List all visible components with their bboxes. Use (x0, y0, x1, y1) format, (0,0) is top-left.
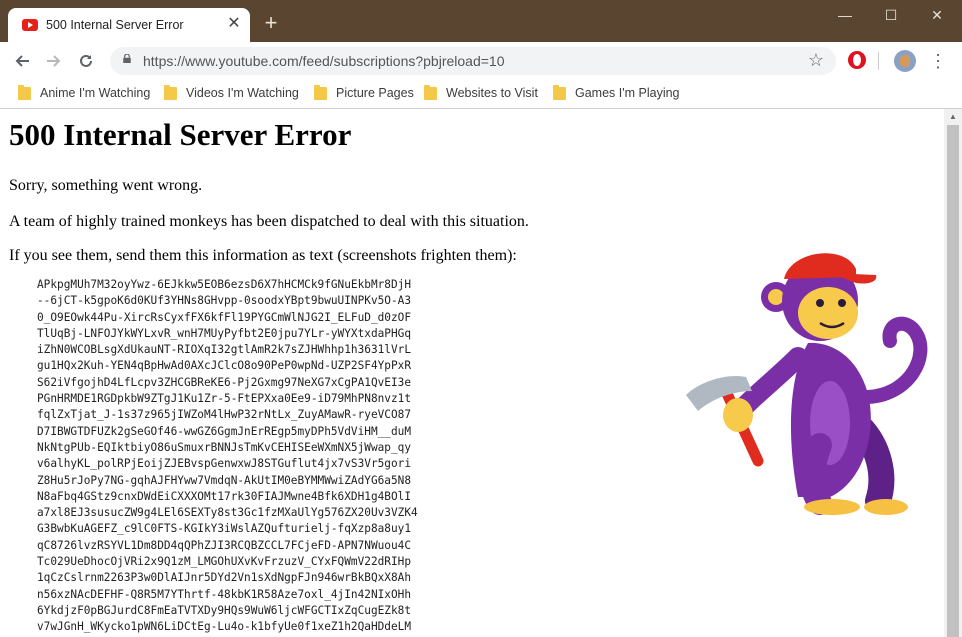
bookmark-label: Videos I'm Watching (186, 86, 299, 100)
instructions-message: If you see them, send them this informat… (9, 247, 517, 264)
close-window-button[interactable]: ✕ (914, 0, 960, 30)
avatar[interactable] (894, 50, 916, 72)
youtube-favicon-icon (22, 19, 38, 31)
browser-tab[interactable]: 500 Internal Server Error ✕ (8, 8, 250, 42)
reload-icon[interactable] (72, 47, 100, 75)
url-text[interactable]: https://www.youtube.com/feed/subscriptio… (143, 53, 505, 69)
monkey-illustration (686, 253, 928, 515)
monkeys-message: A team of highly trained monkeys has bee… (9, 213, 529, 230)
vertical-scrollbar[interactable]: ▲ (944, 109, 962, 637)
browser-toolbar: https://www.youtube.com/feed/subscriptio… (0, 42, 962, 80)
bookmark-label: Picture Pages (336, 86, 414, 100)
new-tab-button[interactable]: + (258, 10, 284, 36)
page-title: 500 Internal Server Error (9, 117, 352, 152)
folder-icon (314, 85, 327, 100)
back-arrow-icon[interactable] (8, 47, 36, 75)
toolbar-divider (878, 52, 879, 70)
opera-icon[interactable] (848, 51, 866, 69)
folder-icon (164, 85, 177, 100)
forward-arrow-icon[interactable] (40, 47, 68, 75)
maximize-button[interactable]: ☐ (868, 0, 914, 30)
minimize-button[interactable]: — (822, 0, 868, 30)
bookmark-label: Anime I'm Watching (40, 86, 151, 100)
bookmark-star-icon[interactable]: ☆ (808, 50, 824, 71)
error-message: Sorry, something went wrong. (9, 177, 203, 194)
debug-info-text: APkpgMUh7M32oyYwz-6EJkkw5EOB6ezsD6X7hHCM… (37, 278, 418, 637)
address-bar[interactable]: https://www.youtube.com/feed/subscriptio… (110, 47, 836, 75)
folder-icon (424, 85, 437, 100)
scroll-up-arrow-icon[interactable]: ▲ (944, 111, 962, 123)
folder-icon (553, 85, 566, 100)
browser-titlebar: 500 Internal Server Error ✕ + — ☐ ✕ (0, 0, 962, 42)
tab-title: 500 Internal Server Error (46, 18, 184, 32)
bookmark-label: Websites to Visit (446, 86, 538, 100)
bookmark-label: Games I'm Playing (575, 86, 680, 100)
scroll-thumb[interactable] (947, 125, 959, 637)
lock-icon (123, 54, 131, 63)
kebab-menu-icon[interactable]: ⋮ (928, 48, 948, 74)
page-content: 500 Internal Server Error Sorry, somethi… (0, 109, 944, 637)
folder-icon (18, 85, 31, 100)
bookmarks-bar: Anime I'm Watching Videos I'm Watching P… (0, 80, 962, 109)
tab-close-icon[interactable]: ✕ (224, 14, 244, 34)
